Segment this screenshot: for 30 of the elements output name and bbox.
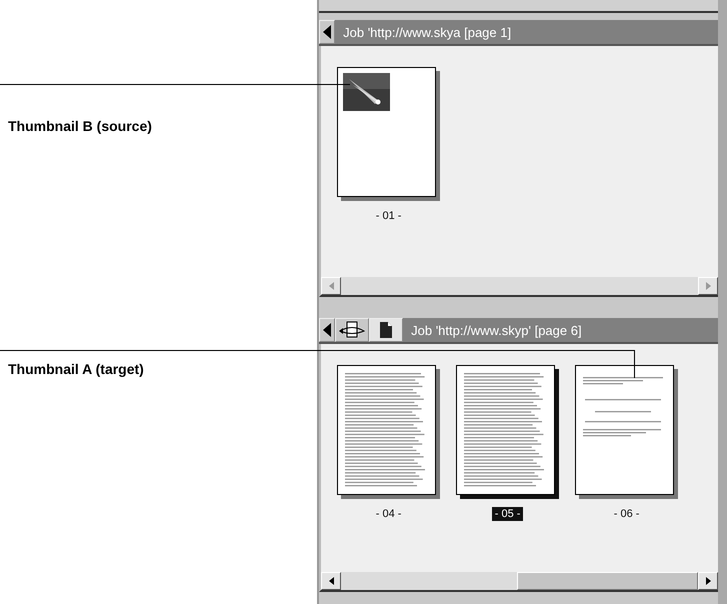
horizontal-scrollbar[interactable] [321, 572, 718, 590]
scroll-left-button[interactable] [321, 277, 342, 295]
back-button[interactable] [319, 318, 336, 342]
triangle-right-icon [706, 577, 710, 585]
page-icon [380, 322, 392, 338]
page-thumbnail[interactable] [575, 365, 678, 499]
scroll-right-button[interactable] [698, 277, 718, 295]
page-button[interactable] [369, 318, 404, 342]
triangle-right-icon [706, 282, 710, 290]
page-number: - 01 - [374, 209, 402, 223]
callout-label: Thumbnail B (source) [8, 118, 152, 134]
panel-title: Job 'http://www.skya [page 1] [343, 24, 512, 40]
page-number: - 05 - [492, 507, 524, 521]
page-number: - 06 - [612, 507, 640, 521]
scroll-left-button[interactable] [321, 572, 342, 590]
page-thumbnail[interactable] [337, 365, 440, 499]
page-number: - 04 - [374, 507, 402, 521]
back-button[interactable] [319, 20, 336, 44]
rotate-button[interactable] [335, 318, 370, 342]
callout-label: Thumbnail A (target) [8, 361, 144, 377]
panel-title: Job 'http://www.skyp' [page 6] [411, 322, 582, 338]
triangle-left-icon [322, 323, 332, 337]
triangle-left-icon [322, 25, 332, 39]
horizontal-scrollbar[interactable] [321, 277, 718, 295]
page-thumbnail[interactable] [456, 365, 560, 499]
triangle-left-icon [328, 577, 334, 585]
scroll-right-button[interactable] [698, 572, 718, 590]
page-rotate-icon [338, 321, 366, 339]
triangle-left-icon [328, 282, 334, 290]
page-thumbnail[interactable] [337, 67, 440, 201]
